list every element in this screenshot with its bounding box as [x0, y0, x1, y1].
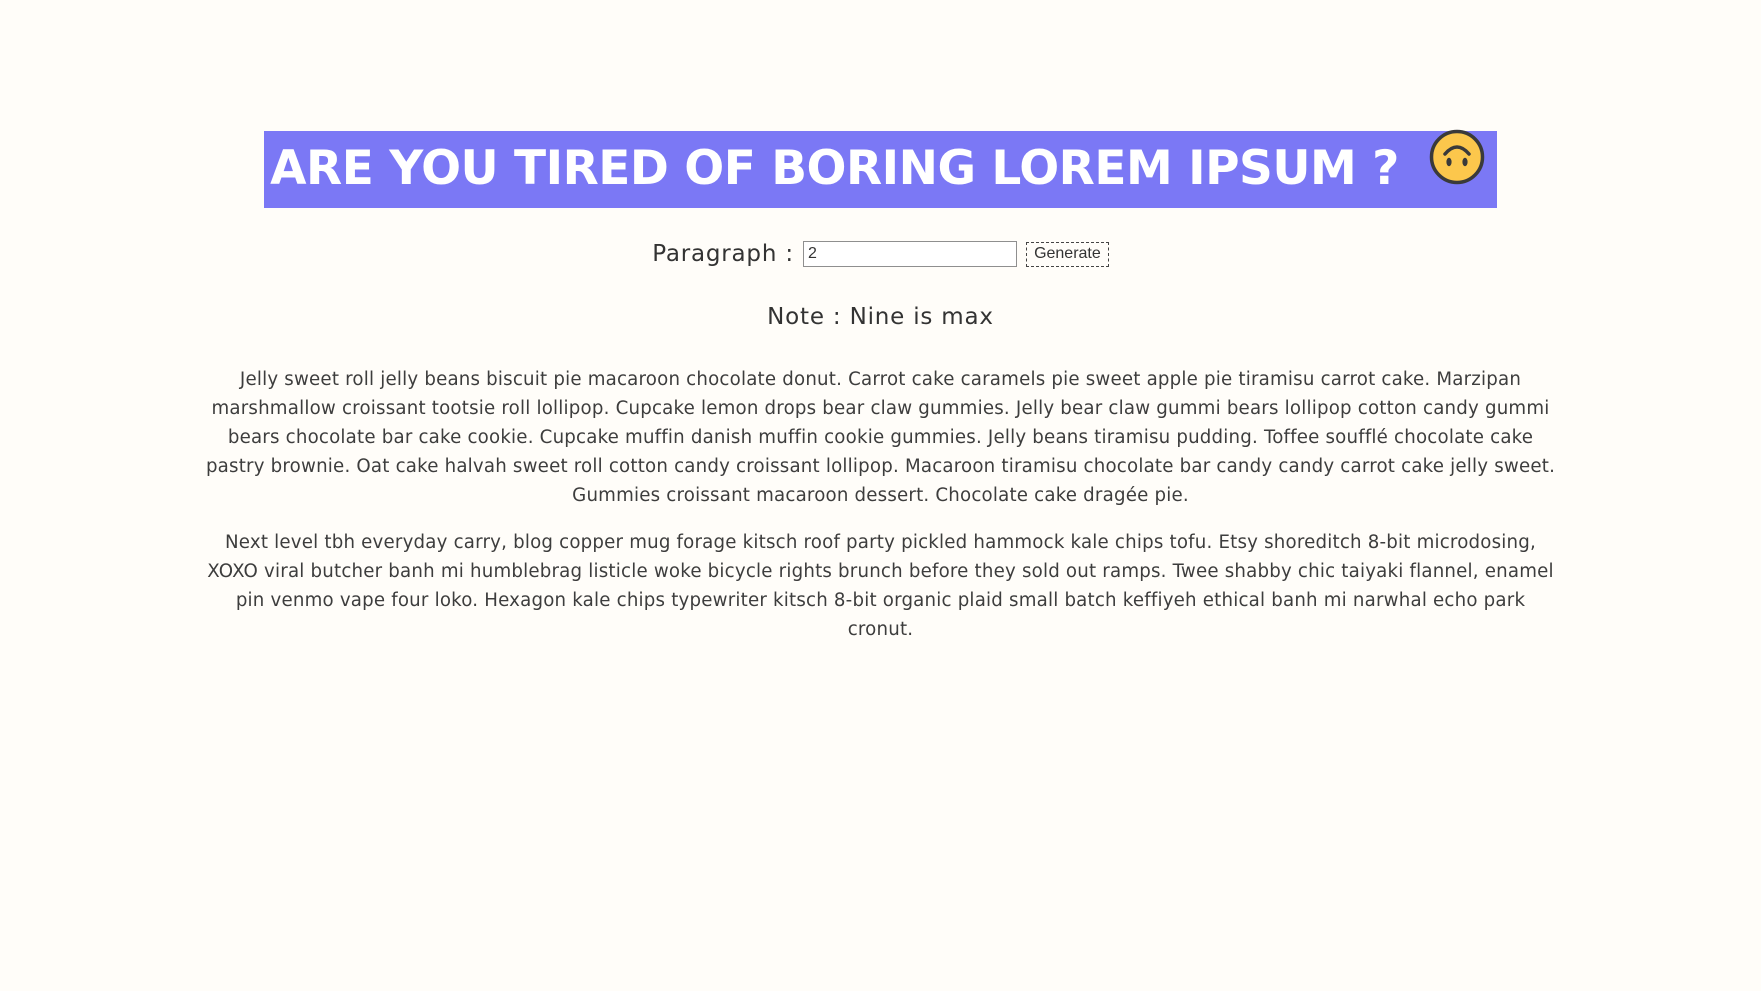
- paragraph-controls: Paragraph : Generate: [0, 241, 1761, 267]
- generated-paragraph: Jelly sweet roll jelly beans biscuit pie…: [205, 369, 1556, 506]
- max-note: Note : Nine is max: [767, 304, 994, 330]
- generate-button[interactable]: Generate: [1026, 241, 1109, 267]
- generated-paragraph: Next level tbh everyday carry, blog copp…: [207, 532, 1554, 640]
- header: ARE YOU TIRED OF BORING LOREM IPSUM ?: [0, 129, 1761, 208]
- upside-down-face-icon: [1429, 129, 1485, 208]
- page-title: ARE YOU TIRED OF BORING LOREM IPSUM ?: [270, 141, 1399, 196]
- paragraph-label: Paragraph :: [652, 241, 794, 267]
- page-title-banner: ARE YOU TIRED OF BORING LOREM IPSUM ?: [264, 129, 1497, 208]
- generated-text: Jelly sweet roll jelly beans biscuit pie…: [205, 365, 1556, 662]
- paragraph-count-input[interactable]: [802, 241, 1017, 267]
